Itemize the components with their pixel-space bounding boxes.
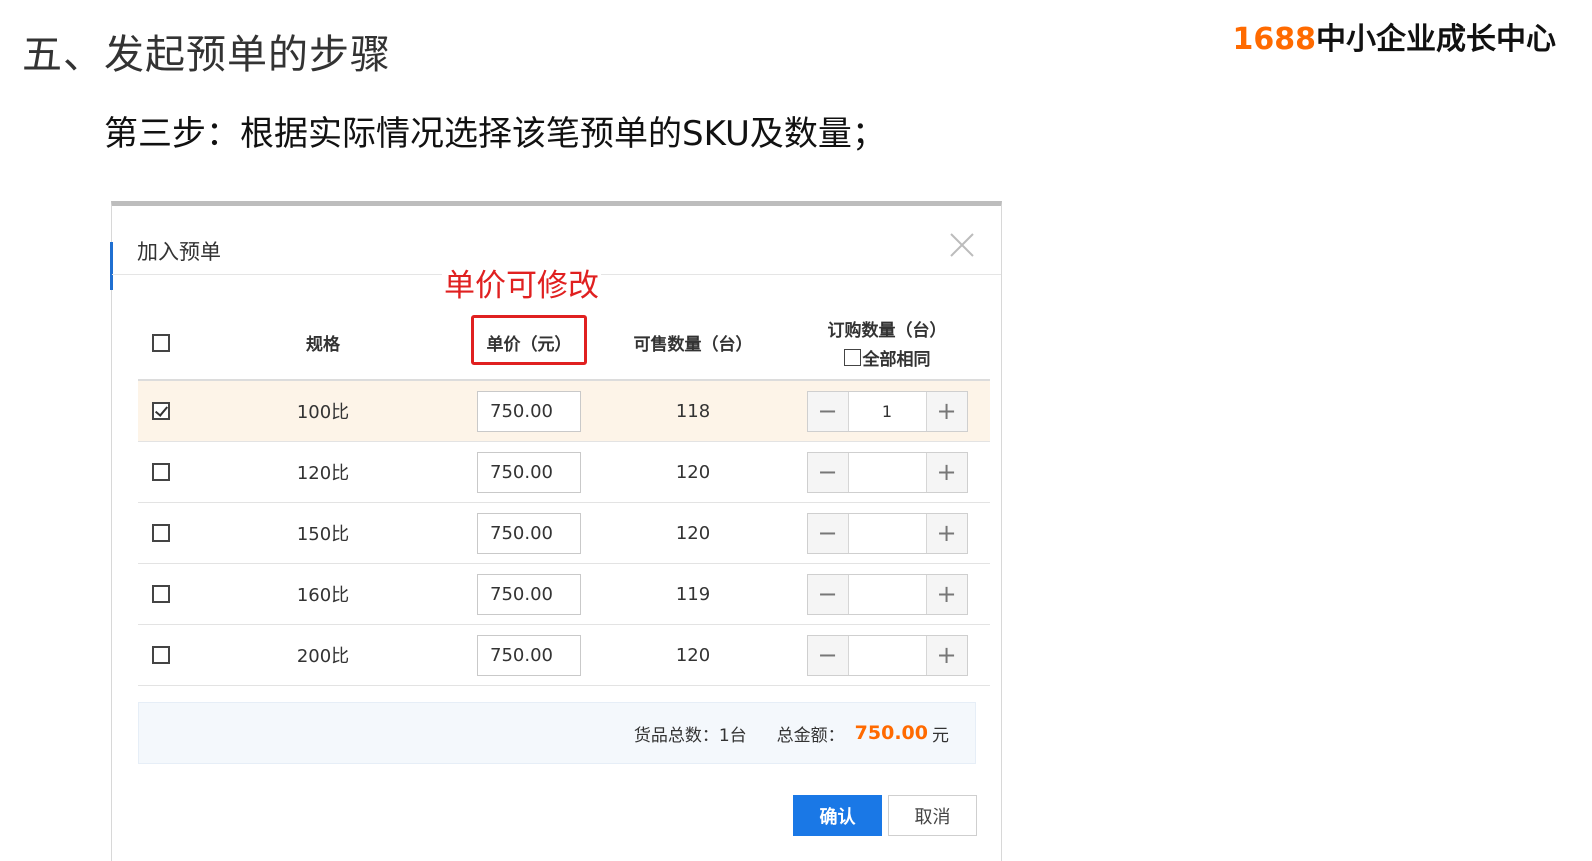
decrement-button[interactable]: −: [807, 513, 849, 553]
confirm-button[interactable]: 确认: [793, 795, 882, 836]
row-checkbox[interactable]: [152, 524, 170, 542]
quantity-stepper: − +: [806, 390, 968, 432]
header-available: 可售数量（台）: [633, 335, 753, 355]
row-spec: 100比: [296, 402, 350, 423]
unit-price-input[interactable]: [477, 451, 581, 493]
unit-price-input[interactable]: [477, 573, 581, 615]
increment-button[interactable]: +: [925, 635, 967, 675]
cancel-button[interactable]: 取消: [888, 795, 977, 836]
decrement-button[interactable]: −: [807, 574, 849, 614]
row-price-cell: [471, 503, 587, 563]
header-order-qty: 订购数量（台） 全部相同: [798, 306, 976, 379]
total-amount-value: 750.00: [854, 722, 928, 744]
table-row: 120比 120 − +: [138, 442, 990, 503]
header-select-all: [138, 306, 184, 379]
decrement-button[interactable]: −: [807, 391, 849, 431]
annotation-price-editable: 单价可修改: [442, 260, 601, 305]
increment-button[interactable]: +: [925, 513, 967, 553]
quantity-stepper: − +: [806, 573, 968, 615]
quantity-input[interactable]: [848, 513, 926, 553]
row-spec: 200比: [296, 646, 350, 667]
total-amount-label: 总金额：: [776, 725, 845, 746]
quantity-input[interactable]: [848, 635, 926, 675]
row-select-cell: [138, 564, 184, 624]
all-same-label: 全部相同: [862, 349, 931, 370]
select-all-checkbox[interactable]: [152, 333, 170, 352]
row-spec: 150比: [296, 524, 350, 545]
quantity-stepper: − +: [806, 634, 968, 676]
sku-table: 规格 单价（元） 可售数量（台） 订购数量（台） 全部相同 100比 118 −: [138, 306, 990, 686]
close-icon[interactable]: [947, 230, 977, 260]
row-spec: 160比: [296, 585, 350, 606]
header-spec: 规格: [306, 335, 340, 355]
quantity-input[interactable]: [848, 574, 926, 614]
add-preorder-dialog: 加入预单 单价可修改 规格 单价（元） 可售数量（台） 订购数量（台） 全部相同: [110, 201, 1002, 861]
unit-price-input[interactable]: [477, 634, 581, 676]
row-available: 119: [675, 583, 711, 605]
unit-price-input[interactable]: [477, 390, 581, 432]
row-available: 120: [675, 461, 711, 483]
header-unit-price: 单价（元）: [486, 335, 572, 355]
row-select-cell: [138, 381, 184, 441]
total-count: 货品总数：1台: [633, 725, 747, 746]
brand-text: 中小企业成长中心: [1316, 22, 1556, 57]
table-row: 150比 120 − +: [138, 503, 990, 564]
order-summary: 货品总数：1台 总金额： 750.00 元: [138, 702, 976, 764]
table-header: 规格 单价（元） 可售数量（台） 订购数量（台） 全部相同: [138, 306, 990, 381]
row-price-cell: [471, 442, 587, 502]
increment-button[interactable]: +: [925, 391, 967, 431]
row-qty-cell: − +: [798, 564, 976, 624]
slide-title: 五、发起预单的步骤: [22, 32, 391, 78]
brand-number: 1688: [1232, 22, 1317, 57]
decrement-button[interactable]: −: [807, 452, 849, 492]
all-same-checkbox[interactable]: [843, 348, 861, 366]
dialog-accent-bar: [110, 242, 113, 290]
step-subtitle: 第三步：根据实际情况选择该笔预单的SKU及数量；: [104, 114, 886, 154]
quantity-input[interactable]: [848, 391, 926, 431]
all-same-option[interactable]: 全部相同: [843, 345, 931, 370]
row-price-cell: [471, 564, 587, 624]
quantity-input[interactable]: [848, 452, 926, 492]
row-checkbox[interactable]: [152, 402, 170, 420]
header-order-qty-label: 订购数量（台）: [827, 320, 947, 341]
row-price-cell: [471, 625, 587, 685]
currency-unit: 元: [932, 725, 949, 746]
quantity-stepper: − +: [806, 512, 968, 554]
table-row: 160比 119 − +: [138, 564, 990, 625]
table-row: 100比 118 − +: [138, 381, 990, 442]
row-qty-cell: − +: [798, 442, 976, 502]
row-select-cell: [138, 503, 184, 563]
increment-button[interactable]: +: [925, 574, 967, 614]
row-available: 120: [675, 522, 711, 544]
row-available: 120: [675, 644, 711, 666]
table-row: 200比 120 − +: [138, 625, 990, 686]
row-checkbox[interactable]: [152, 585, 170, 603]
row-select-cell: [138, 625, 184, 685]
decrement-button[interactable]: −: [807, 635, 849, 675]
row-qty-cell: − +: [798, 503, 976, 563]
row-checkbox[interactable]: [152, 463, 170, 481]
unit-price-input[interactable]: [477, 512, 581, 554]
row-qty-cell: − +: [798, 625, 976, 685]
table-body: 100比 118 − + 120比 120 − +: [138, 381, 990, 686]
dialog-title: 加入预单: [137, 240, 221, 264]
row-price-cell: [471, 381, 587, 441]
row-spec: 120比: [296, 463, 350, 484]
row-available: 118: [675, 400, 711, 422]
brand-logo: 1688中小企业成长中心: [1233, 14, 1557, 58]
quantity-stepper: − +: [806, 451, 968, 493]
row-select-cell: [138, 442, 184, 502]
row-checkbox[interactable]: [152, 646, 170, 664]
increment-button[interactable]: +: [925, 452, 967, 492]
row-qty-cell: − +: [798, 381, 976, 441]
